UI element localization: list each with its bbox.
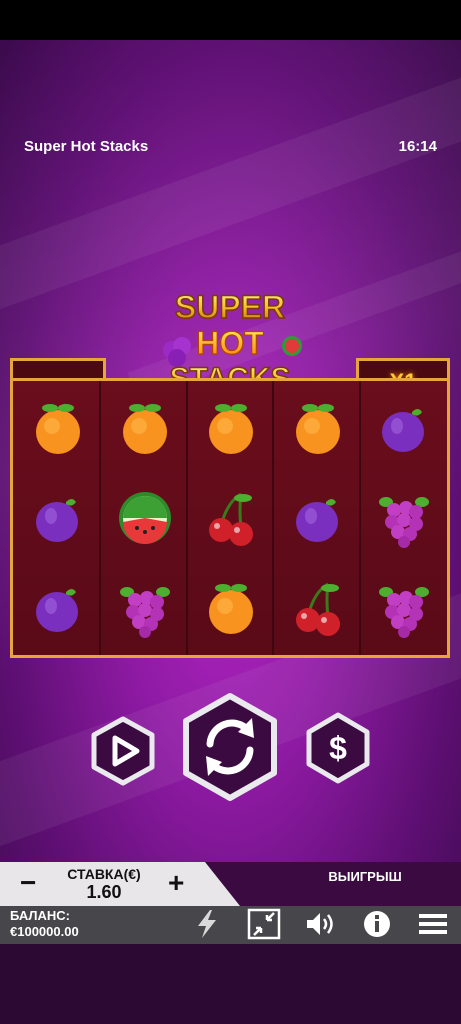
balance-value: €100000.00 bbox=[10, 924, 79, 939]
menu-button[interactable] bbox=[416, 908, 450, 940]
cherry-symbol bbox=[275, 565, 361, 651]
spin-arrows-icon bbox=[183, 693, 277, 801]
clock: 16:14 bbox=[398, 138, 437, 155]
reels-area bbox=[10, 378, 450, 658]
bet-label: СТАВКА(€) bbox=[67, 866, 141, 882]
bet-decrease-button[interactable]: − bbox=[20, 863, 36, 903]
balance-display: БАЛАНС: €100000.00 bbox=[10, 908, 79, 940]
grapes-symbol bbox=[361, 475, 447, 561]
reel-column bbox=[15, 381, 101, 655]
balance-label: БАЛАНС: bbox=[10, 908, 71, 923]
grapes-symbol bbox=[102, 565, 188, 651]
fullscreen-icon bbox=[247, 908, 281, 940]
orange-symbol bbox=[275, 385, 361, 471]
orange-symbol bbox=[15, 385, 101, 471]
bet-settings-button[interactable]: $ bbox=[305, 712, 371, 784]
win-label: ВЫИГРЫШ bbox=[328, 869, 402, 884]
bet-value: 1.60 bbox=[86, 882, 122, 902]
turbo-button[interactable] bbox=[190, 908, 224, 940]
sound-button[interactable] bbox=[304, 908, 338, 940]
bet-increase-button[interactable]: + bbox=[168, 863, 184, 903]
play-icon bbox=[91, 716, 155, 786]
watermelon-symbol bbox=[102, 475, 188, 561]
plum-symbol bbox=[361, 385, 447, 471]
fullscreen-button[interactable] bbox=[247, 908, 281, 940]
cherry-symbol bbox=[188, 475, 274, 561]
game-title: Super Hot Stacks bbox=[24, 138, 149, 155]
orange-symbol bbox=[188, 385, 274, 471]
dollar-icon: $ bbox=[306, 712, 370, 784]
reel-column bbox=[102, 381, 188, 655]
lightning-icon bbox=[198, 910, 216, 938]
spin-button[interactable] bbox=[180, 692, 280, 802]
grapes-symbol bbox=[361, 565, 447, 651]
bottom-padding bbox=[0, 944, 461, 1024]
reel-column bbox=[361, 381, 447, 655]
plum-symbol bbox=[15, 475, 101, 561]
plum-symbol bbox=[275, 475, 361, 561]
logo-super: SUPER bbox=[175, 289, 285, 325]
orange-symbol bbox=[188, 565, 274, 651]
info-button[interactable] bbox=[360, 908, 394, 940]
reel-column bbox=[275, 381, 361, 655]
info-icon bbox=[364, 911, 390, 937]
status-bar-black bbox=[0, 0, 461, 40]
menu-icon bbox=[419, 914, 447, 934]
reel-column bbox=[188, 381, 275, 655]
plum-symbol bbox=[15, 565, 101, 651]
sound-icon bbox=[307, 913, 333, 935]
logo-hot: HOT bbox=[196, 325, 264, 361]
orange-symbol bbox=[102, 385, 188, 471]
autoplay-button[interactable] bbox=[90, 716, 156, 786]
svg-text:$: $ bbox=[329, 730, 347, 766]
